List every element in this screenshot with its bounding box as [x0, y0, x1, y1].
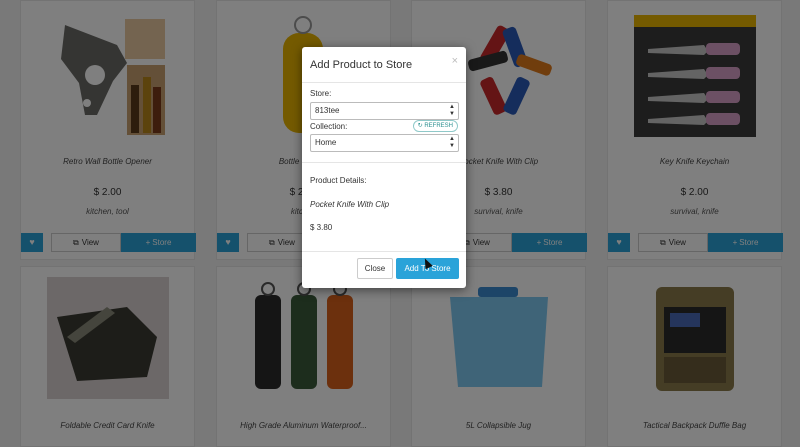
modal-title: Add Product to Store [310, 59, 413, 71]
detail-product-name: Pocket Knife With Clip [310, 200, 390, 209]
modal-header: Add Product to Store × [302, 47, 466, 83]
detail-product-price: $ 3.80 [310, 223, 333, 232]
refresh-button[interactable]: ↻ REFRESH [412, 120, 458, 132]
divider [302, 251, 466, 252]
close-icon[interactable]: × [452, 55, 458, 67]
select-arrows-icon: ▲ ▼ [449, 136, 455, 149]
store-label: Store: [310, 89, 332, 98]
select-arrows-icon: ▲ ▼ [449, 104, 455, 117]
divider [302, 162, 466, 163]
product-details-label: Product Details: [310, 176, 367, 185]
add-product-modal: Add Product to Store × Store: 813tee ▲ ▼ … [302, 47, 466, 288]
refresh-icon: ↻ [417, 123, 423, 129]
close-button[interactable]: Close [357, 258, 393, 279]
store-select[interactable]: 813tee ▲ ▼ [310, 102, 459, 120]
collection-label: Collection: [310, 122, 348, 131]
collection-select[interactable]: Home ▲ ▼ [310, 134, 459, 152]
collection-select-value: Home [315, 138, 337, 147]
store-select-value: 813tee [315, 106, 340, 115]
refresh-label: REFRESH [424, 123, 453, 129]
